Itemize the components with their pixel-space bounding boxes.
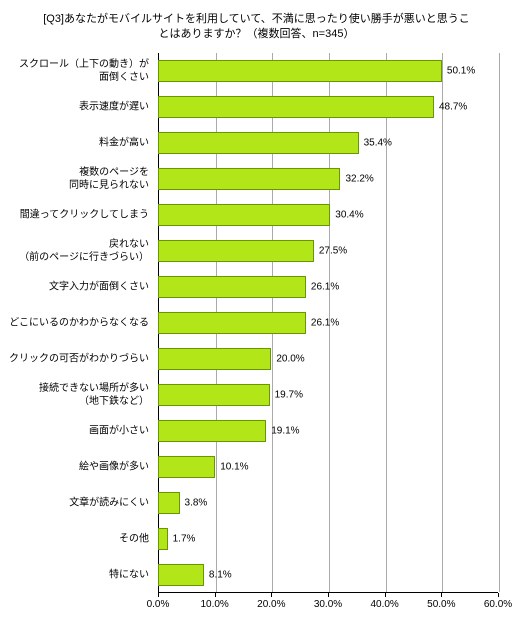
- bar-row: 特にない 8.1%: [8, 557, 503, 593]
- bar-value-label: 27.5%: [319, 245, 347, 256]
- bar-row: 戻れない（前のページに行きづらい） 27.5%: [8, 233, 503, 269]
- bar-row: 絵や画像が多い 10.1%: [8, 449, 503, 485]
- bar-value-label: 26.1%: [311, 317, 339, 328]
- bar-row: どこにいるのかわからなくなる 26.1%: [8, 305, 503, 341]
- bar-category-label: 表示速度が遅い: [8, 100, 153, 113]
- bar-value-label: 35.4%: [364, 137, 392, 148]
- bar-category-label: 戻れない（前のページに行きづらい）: [8, 238, 153, 264]
- bar: [158, 492, 180, 514]
- chart-container: [Q3]あなたがモバイルサイトを利用していて、不満に思ったり使い勝手が悪いと思う…: [0, 0, 513, 631]
- bar-row: 画面が小さい 19.1%: [8, 413, 503, 449]
- bar-category-label: その他: [8, 532, 153, 545]
- bar: [158, 168, 340, 190]
- bar-value-label: 1.7%: [173, 533, 196, 544]
- bar: [158, 420, 266, 442]
- bar-value-label: 48.7%: [439, 101, 467, 112]
- bar-row: スクロール（上下の動き）が面倒くさい 50.1%: [8, 53, 503, 89]
- bar-value-label: 3.8%: [185, 497, 208, 508]
- chart-title: [Q3]あなたがモバイルサイトを利用していて、不満に思ったり使い勝手が悪いと思う…: [38, 12, 475, 43]
- bar: [158, 456, 215, 478]
- bar-row: 複数のページを同時に見られない 32.2%: [8, 161, 503, 197]
- bar-row: 文字入力が面倒くさい 26.1%: [8, 269, 503, 305]
- bar-row: 接続できない場所が多い（地下鉄など） 19.7%: [8, 377, 503, 413]
- bar-category-label: 絵や画像が多い: [8, 460, 153, 473]
- bar: [158, 564, 204, 586]
- bar-value-label: 32.2%: [345, 173, 373, 184]
- x-tick-label: 60.0%: [478, 593, 513, 610]
- bar-value-label: 30.4%: [335, 209, 363, 220]
- bar-category-label: スクロール（上下の動き）が面倒くさい: [8, 58, 153, 84]
- plot-area: スクロール（上下の動き）が面倒くさい 50.1% 表示速度が遅い 48.7% 料金が高い…: [8, 53, 503, 623]
- bar-row: 料金が高い 35.4%: [8, 125, 503, 161]
- bar: [158, 204, 330, 226]
- bar-category-label: 文章が読みにくい: [8, 496, 153, 509]
- bar-row: 間違ってクリックしてしまう 30.4%: [8, 197, 503, 233]
- bar-category-label: 料金が高い: [8, 136, 153, 149]
- bar: [158, 312, 306, 334]
- bar-row: クリックの可否がわかりづらい 20.0%: [8, 341, 503, 377]
- x-tick-label: 30.0%: [308, 593, 348, 610]
- bar-value-label: 26.1%: [311, 281, 339, 292]
- bar-value-label: 50.1%: [447, 65, 475, 76]
- bar-category-label: 特にない: [8, 568, 153, 581]
- bar-category-label: どこにいるのかわからなくなる: [8, 316, 153, 329]
- bar-category-label: 間違ってクリックしてしまう: [8, 208, 153, 221]
- bar-category-label: クリックの可否がわかりづらい: [8, 352, 153, 365]
- bar: [158, 348, 271, 370]
- bar-value-label: 19.7%: [275, 389, 303, 400]
- x-tick-label: 20.0%: [251, 593, 291, 610]
- bar: [158, 96, 434, 118]
- bar-category-label: 文字入力が面倒くさい: [8, 280, 153, 293]
- x-tick-label: 40.0%: [365, 593, 405, 610]
- bar-value-label: 20.0%: [276, 353, 304, 364]
- bar-category-label: 画面が小さい: [8, 424, 153, 437]
- bar-value-label: 19.1%: [271, 425, 299, 436]
- x-tick-label: 0.0%: [138, 593, 178, 610]
- bar-row: 表示速度が遅い 48.7%: [8, 89, 503, 125]
- x-tick-label: 10.0%: [195, 593, 235, 610]
- bar: [158, 384, 270, 406]
- bar-value-label: 10.1%: [220, 461, 248, 472]
- bar-row: 文章が読みにくい 3.8%: [8, 485, 503, 521]
- bar: [158, 240, 314, 262]
- bar-value-label: 8.1%: [209, 569, 232, 580]
- bar: [158, 132, 359, 154]
- bar-category-label: 複数のページを同時に見られない: [8, 166, 153, 192]
- x-tick-label: 50.0%: [421, 593, 461, 610]
- bar-category-label: 接続できない場所が多い（地下鉄など）: [8, 382, 153, 408]
- bar: [158, 60, 442, 82]
- bar-row: その他 1.7%: [8, 521, 503, 557]
- bar: [158, 276, 306, 298]
- bar: [158, 528, 168, 550]
